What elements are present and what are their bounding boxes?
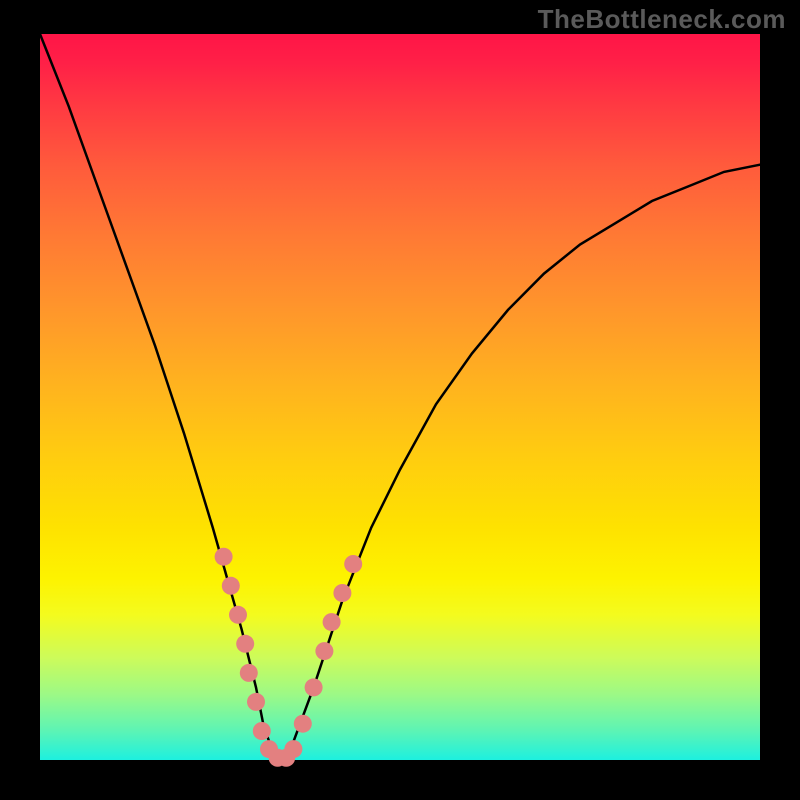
curve-marker — [229, 606, 247, 624]
plot-area — [40, 34, 760, 760]
curve-marker — [344, 555, 362, 573]
curve-marker — [215, 548, 233, 566]
curve-marker — [236, 635, 254, 653]
chart-frame: TheBottleneck.com — [0, 0, 800, 800]
curve-marker — [323, 613, 341, 631]
chart-svg — [40, 34, 760, 760]
curve-marker — [294, 715, 312, 733]
curve-marker — [284, 740, 302, 758]
curve-marker — [247, 693, 265, 711]
curve-marker — [240, 664, 258, 682]
curve-marker — [315, 642, 333, 660]
curve-marker — [333, 584, 351, 602]
curve-marker — [253, 722, 271, 740]
curve-marker — [222, 577, 240, 595]
watermark-text: TheBottleneck.com — [538, 4, 786, 35]
bottleneck-curve — [40, 34, 760, 760]
curve-marker — [305, 678, 323, 696]
curve-markers — [215, 548, 363, 767]
